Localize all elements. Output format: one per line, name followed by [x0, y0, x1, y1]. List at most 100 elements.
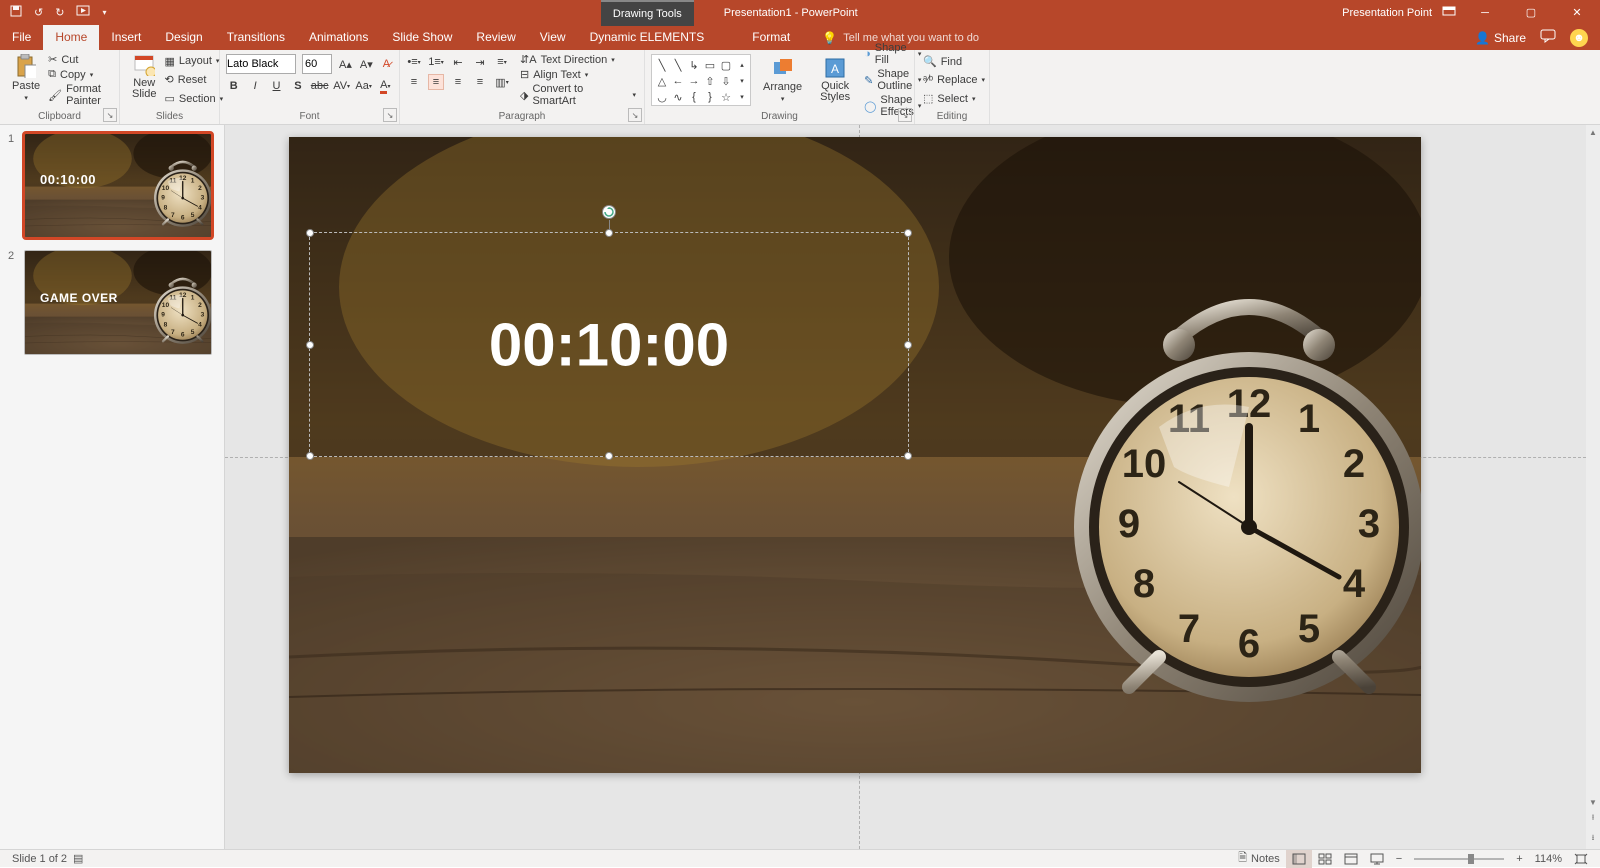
resize-handle-sw[interactable]: [306, 452, 314, 460]
drawing-dialog-launcher[interactable]: ↘: [898, 108, 912, 122]
shape-arrow-u-icon[interactable]: ⇧: [702, 73, 718, 89]
italic-button[interactable]: I: [247, 78, 262, 94]
ribbon-display-options-icon[interactable]: [1442, 6, 1456, 19]
layout-button[interactable]: ▦Layout▾: [162, 54, 225, 69]
section-button[interactable]: ▭Section▾: [162, 91, 225, 106]
zoom-slider[interactable]: [1414, 858, 1504, 860]
zoom-in-button[interactable]: +: [1510, 853, 1528, 865]
shape-gallery-more-up-icon[interactable]: ▴: [734, 57, 750, 73]
align-center-button[interactable]: ≡: [428, 74, 444, 90]
resize-handle-nw[interactable]: [306, 229, 314, 237]
start-from-beginning-icon[interactable]: [76, 5, 90, 20]
shape-triangle-icon[interactable]: △: [654, 73, 670, 89]
justify-button[interactable]: ≡: [472, 74, 488, 90]
tab-dynamic-elements[interactable]: Dynamic ELEMENTS: [578, 25, 717, 50]
tab-format[interactable]: Format: [740, 25, 802, 50]
tab-review[interactable]: Review: [464, 25, 527, 50]
close-button[interactable]: ✕: [1554, 0, 1600, 25]
slide-editor[interactable]: 00:10:00 ▲ ▼ ⭱ ⭳: [225, 125, 1600, 849]
slide-thumbnail-panel[interactable]: 1 00:10:00 2 GAME OVER: [0, 125, 225, 849]
quick-styles-button[interactable]: A Quick Styles: [814, 55, 856, 105]
shape-roundrect-icon[interactable]: ▢: [718, 57, 734, 73]
tab-design[interactable]: Design: [153, 25, 214, 50]
font-color-button[interactable]: A▾: [378, 78, 393, 94]
prev-slide-icon[interactable]: ⭱: [1592, 812, 1595, 826]
selected-textbox[interactable]: 00:10:00: [309, 232, 909, 457]
select-button[interactable]: ⬚Select▾: [921, 91, 983, 106]
zoom-out-button[interactable]: −: [1390, 853, 1408, 865]
vertical-scrollbar[interactable]: ▲ ▼: [1586, 125, 1600, 809]
numbering-button[interactable]: 1≡▾: [428, 54, 444, 70]
tab-slideshow[interactable]: Slide Show: [380, 25, 464, 50]
slide-sorter-view-button[interactable]: [1312, 850, 1338, 868]
convert-smartart-button[interactable]: ⬗Convert to SmartArt▾: [518, 82, 638, 108]
line-spacing-button[interactable]: ≡▾: [494, 54, 510, 70]
resize-handle-e[interactable]: [904, 341, 912, 349]
font-dialog-launcher[interactable]: ↘: [383, 108, 397, 122]
increase-font-icon[interactable]: A▴: [338, 56, 353, 72]
fit-to-window-button[interactable]: [1568, 853, 1594, 865]
underline-button[interactable]: U: [269, 78, 284, 94]
resize-handle-w[interactable]: [306, 341, 314, 349]
shape-wave-icon[interactable]: ∿: [670, 89, 686, 105]
tab-view[interactable]: View: [528, 25, 578, 50]
paste-button[interactable]: Paste ▾: [6, 52, 46, 108]
slideshow-view-button[interactable]: [1364, 850, 1390, 868]
bullets-button[interactable]: •≡▾: [406, 54, 422, 70]
shape-connector-icon[interactable]: ↳: [686, 57, 702, 73]
change-case-button[interactable]: Aa▾: [356, 78, 372, 94]
tab-file[interactable]: File: [0, 25, 43, 50]
clipboard-dialog-launcher[interactable]: ↘: [103, 108, 117, 122]
paragraph-dialog-launcher[interactable]: ↘: [628, 108, 642, 122]
minimize-button[interactable]: ─: [1462, 0, 1508, 25]
normal-view-button[interactable]: [1286, 850, 1312, 868]
slide-thumbnail-1[interactable]: 00:10:00: [24, 133, 212, 238]
shape-brace-r-icon[interactable]: }: [702, 89, 718, 105]
zoom-percent-label[interactable]: 114%: [1529, 853, 1568, 865]
next-slide-icon[interactable]: ⭳: [1592, 832, 1595, 846]
save-icon[interactable]: [10, 5, 22, 20]
comments-icon[interactable]: [1540, 29, 1556, 46]
copy-button[interactable]: ⧉Copy▾: [46, 67, 113, 82]
increase-indent-button[interactable]: ⇥: [472, 54, 488, 70]
resize-handle-n[interactable]: [605, 229, 613, 237]
cut-button[interactable]: ✂Cut: [46, 52, 113, 67]
shape-brace-l-icon[interactable]: {: [686, 89, 702, 105]
tab-animations[interactable]: Animations: [297, 25, 380, 50]
zoom-slider-thumb[interactable]: [1468, 854, 1474, 864]
text-direction-button[interactable]: ⇵AText Direction▾: [518, 52, 638, 67]
tab-insert[interactable]: Insert: [99, 25, 153, 50]
rotate-handle[interactable]: [602, 205, 616, 219]
reset-button[interactable]: ⟲Reset: [162, 72, 225, 87]
resize-handle-ne[interactable]: [904, 229, 912, 237]
resize-handle-s[interactable]: [605, 452, 613, 460]
columns-button[interactable]: ▥▾: [494, 74, 510, 90]
reading-view-button[interactable]: [1338, 850, 1364, 868]
decrease-font-icon[interactable]: A▾: [359, 56, 374, 72]
arrange-button[interactable]: Arrange▾: [757, 55, 808, 105]
strikethrough-button[interactable]: abc: [312, 78, 328, 94]
scroll-down-icon[interactable]: ▼: [1586, 795, 1600, 809]
format-painter-button[interactable]: 🖌Format Painter: [46, 82, 113, 108]
text-shadow-button[interactable]: S: [290, 78, 305, 94]
replace-button[interactable]: ᵃ⁄ᵇReplace▾: [921, 73, 983, 87]
account-smiley-icon[interactable]: ☻: [1570, 29, 1588, 47]
shape-star-icon[interactable]: ☆: [718, 89, 734, 105]
spellcheck-status-icon[interactable]: ▤: [73, 852, 83, 865]
tab-home[interactable]: Home: [43, 25, 99, 50]
bold-button[interactable]: B: [226, 78, 241, 94]
align-right-button[interactable]: ≡: [450, 74, 466, 90]
decrease-indent-button[interactable]: ⇤: [450, 54, 466, 70]
shape-gallery-more-down-icon[interactable]: ▾: [734, 73, 750, 89]
font-name-combo[interactable]: [226, 54, 296, 74]
notes-toggle[interactable]: 🗎Notes: [1232, 849, 1286, 868]
find-button[interactable]: 🔍Find: [921, 54, 983, 69]
shape-arc-icon[interactable]: ◡: [654, 89, 670, 105]
undo-icon[interactable]: ↺: [34, 6, 43, 19]
shapes-gallery[interactable]: ╲ ╲ ↳ ▭ ▢ ▴ △ ← → ⇧ ⇩ ▾ ◡ ∿ { } ☆ ▾: [651, 54, 751, 106]
clear-formatting-icon[interactable]: A̷: [380, 56, 393, 72]
redo-icon[interactable]: ↻: [55, 6, 64, 19]
maximize-button[interactable]: ▢: [1508, 0, 1554, 25]
font-size-combo[interactable]: [302, 54, 332, 74]
qat-customize-icon[interactable]: ▾: [102, 8, 106, 17]
